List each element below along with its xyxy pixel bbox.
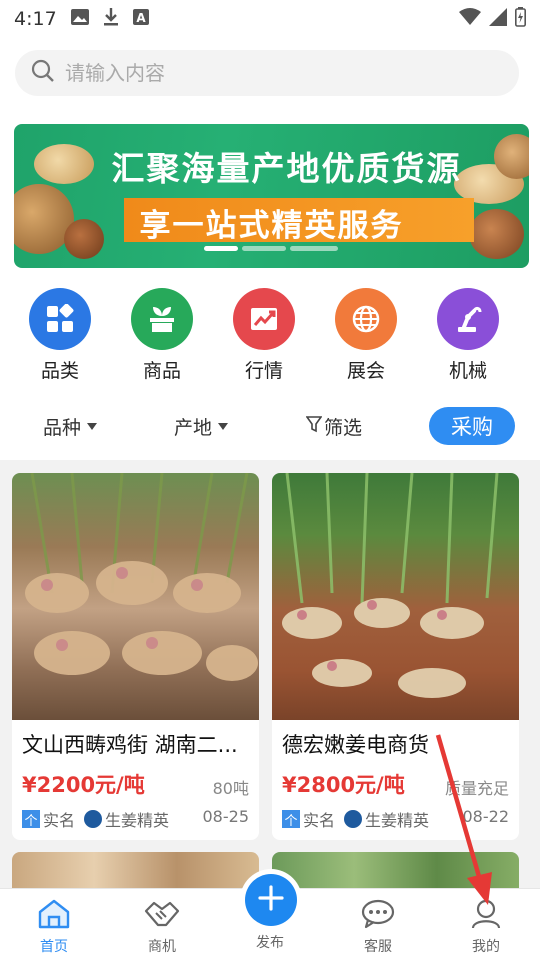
plant-box-icon: [131, 288, 193, 350]
product-card-peek[interactable]: [272, 852, 519, 892]
tab-label: 发布: [256, 935, 284, 951]
trend-chart-icon: [233, 288, 295, 350]
seller-tags: 个 实名 生姜精英: [22, 807, 169, 831]
handshake-icon: [144, 899, 180, 933]
svg-text:A: A: [136, 11, 146, 25]
verified-label: 实名: [303, 811, 336, 830]
product-date: 08-22: [462, 807, 510, 826]
category-label: 展会: [346, 360, 385, 382]
category-label: 机械: [448, 360, 487, 382]
filter-label: 品种: [43, 416, 82, 439]
tab-home[interactable]: 首页: [0, 889, 108, 960]
wifi-icon: [459, 7, 481, 31]
tab-label: 我的: [472, 939, 500, 955]
verified-icon: 个: [282, 810, 300, 829]
variety-filter[interactable]: 品种: [43, 413, 98, 440]
ginger-photo: [272, 473, 519, 720]
promo-banner[interactable]: 汇聚海量产地优质货源 享一站式精英服务: [14, 124, 529, 268]
plus-icon: [258, 885, 284, 915]
home-icon: [37, 899, 71, 933]
category-label: 品类: [40, 360, 79, 382]
grid-icon: [29, 288, 91, 350]
product-card-peek[interactable]: [12, 852, 259, 892]
chat-icon: [360, 899, 396, 933]
seller-tags: 个 实名 生姜精英: [282, 807, 429, 831]
product-card[interactable]: 文山西畴鸡街 湖南二... ¥2200元/吨 80吨 个 实名 生姜精英 08-…: [12, 473, 259, 840]
filter-bar: 品种 产地 筛选 采购: [0, 404, 540, 448]
tab-label: 商机: [148, 939, 176, 955]
status-bar: 4:17 A: [0, 0, 540, 38]
product-card[interactable]: 德宏嫩姜电商货 ¥2800元/吨 质量充足 个 实名 生姜精英 08-22: [272, 473, 519, 840]
pagination-dot: [242, 246, 286, 251]
globe-icon: [335, 288, 397, 350]
status-time: 4:17: [14, 8, 57, 30]
member-label: 生姜精英: [365, 811, 430, 830]
category-shangpin[interactable]: 商品: [116, 288, 208, 384]
tab-business[interactable]: 商机: [108, 889, 216, 960]
search-icon: [31, 59, 55, 87]
battery-icon: [515, 6, 526, 32]
banner-pagination: [204, 246, 338, 251]
funnel-icon: [305, 415, 323, 438]
category-pinlei[interactable]: 品类: [14, 288, 106, 384]
tab-label: 客服: [364, 939, 392, 955]
product-price: ¥2800元/吨: [282, 773, 405, 797]
search-bar[interactable]: [15, 50, 519, 96]
category-jixie[interactable]: 机械: [422, 288, 514, 384]
pagination-dot: [290, 246, 338, 251]
robot-arm-icon: [437, 288, 499, 350]
product-title: 文山西畴鸡街 湖南二...: [22, 733, 238, 757]
tab-label: 首页: [40, 939, 68, 955]
purchase-button[interactable]: 采购: [429, 407, 515, 445]
verified-icon: 个: [22, 810, 40, 829]
download-icon: [103, 7, 119, 31]
publish-button[interactable]: [245, 874, 297, 926]
image-icon: [70, 8, 89, 30]
user-icon: [470, 899, 502, 933]
category-grid: 品类 商品 行情 展会 机械: [14, 288, 514, 384]
ginger-photo: [12, 473, 259, 720]
screen-filter[interactable]: 筛选: [305, 413, 363, 440]
category-zhanhui[interactable]: 展会: [320, 288, 412, 384]
member-logo-icon: [84, 810, 103, 828]
category-hangqing[interactable]: 行情: [218, 288, 310, 384]
top-area: 汇聚海量产地优质货源 享一站式精英服务 品类 商品 行情: [0, 38, 540, 460]
product-stock: 质量充足: [444, 779, 509, 798]
dropdown-arrow-icon: [218, 422, 229, 430]
filter-label: 产地: [174, 416, 213, 439]
product-price: ¥2200元/吨: [22, 773, 145, 797]
product-title: 德宏嫩姜电商货: [282, 733, 429, 757]
category-label: 行情: [244, 360, 283, 382]
tab-mine[interactable]: 我的: [432, 889, 540, 960]
banner-headline: 汇聚海量产地优质货源: [111, 149, 462, 188]
member-label: 生姜精英: [105, 811, 170, 830]
filter-label: 筛选: [324, 416, 363, 439]
pagination-dot: [204, 246, 238, 251]
product-date: 08-25: [202, 807, 250, 826]
product-stock: 80吨: [212, 779, 249, 798]
signal-icon: [489, 7, 507, 31]
verified-label: 实名: [43, 811, 76, 830]
search-input[interactable]: [65, 61, 485, 85]
banner-subheadline: 享一站式精英服务: [139, 208, 404, 244]
origin-filter[interactable]: 产地: [174, 413, 229, 440]
dropdown-arrow-icon: [87, 422, 98, 430]
font-icon: A: [132, 8, 149, 30]
category-label: 商品: [142, 360, 181, 382]
tab-service[interactable]: 客服: [324, 889, 432, 960]
member-logo-icon: [344, 810, 363, 828]
